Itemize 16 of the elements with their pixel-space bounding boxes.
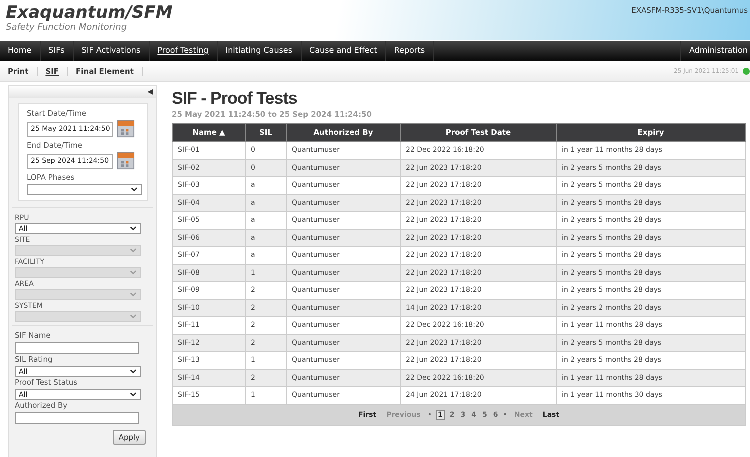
app-subtitle: Safety Function Monitoring [6,23,128,33]
chevron-icon [130,248,137,253]
chevron-icon [130,270,137,275]
calendar-icon[interactable] [117,120,135,138]
chevron-icon [130,292,137,297]
chevron-icon [130,369,137,374]
page-title: SIF - Proof Tests [172,89,298,109]
calendar-icon[interactable] [117,152,135,170]
logo-text: Exaquantum/SFM [6,3,173,23]
input-field[interactable] [15,412,139,424]
chevron-icon [131,187,138,192]
chevron-icon [130,314,137,319]
lopa-dropdown[interactable] [27,184,142,195]
input-field[interactable] [15,342,139,354]
chevron-icon [130,392,137,397]
chevron-icon [130,226,137,231]
